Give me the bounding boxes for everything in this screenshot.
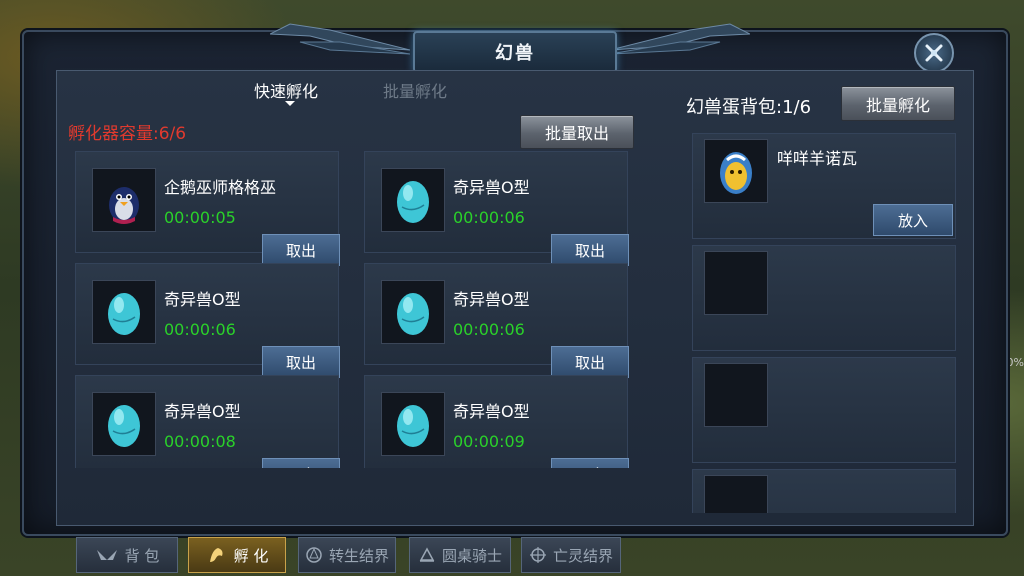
- slot-icon-frame: [381, 168, 445, 232]
- bottom-tab-label: 亡灵结界: [552, 546, 613, 565]
- round-table-icon: [419, 547, 435, 562]
- cyan-egg-icon: [397, 181, 429, 223]
- take-out-button[interactable]: 取出: [551, 458, 629, 468]
- cyan-egg-icon: [397, 405, 429, 447]
- undead-sigil-icon: [529, 547, 546, 563]
- take-out-button[interactable]: 取出: [262, 346, 340, 378]
- bottom-tab-label: 圆桌骑士: [441, 546, 502, 565]
- slot-name: 奇异兽O型: [453, 290, 530, 309]
- bottom-tab-bag[interactable]: 背 包: [76, 537, 178, 573]
- put-in-button[interactable]: 放入: [873, 204, 953, 236]
- slot-name: 奇异兽O型: [453, 178, 530, 197]
- slot-icon-frame: [92, 392, 156, 456]
- incubator-slot-list: 企鹅巫师格格巫 00:00:05 取出 奇异兽O型 00:00:06 取出 奇异…: [70, 147, 640, 468]
- slot-timer: 00:00:09: [453, 432, 525, 451]
- active-tab-indicator-icon: [285, 101, 295, 106]
- slot-name: 奇异兽O型: [164, 290, 241, 309]
- tab-batch-hatch[interactable]: 批量孵化: [383, 78, 447, 102]
- slot-timer: 00:00:06: [453, 320, 525, 339]
- window-title: 幻兽: [495, 43, 535, 64]
- incubator-capacity-label: 孵化器容量:6/6: [68, 124, 187, 144]
- slot-name: 奇异兽O型: [164, 402, 241, 421]
- slot-name: 企鹅巫师格格巫: [164, 178, 277, 197]
- bottom-tab-undead[interactable]: 亡灵结界: [521, 537, 621, 573]
- take-out-button[interactable]: 取出: [551, 234, 629, 266]
- bag-icon-frame: [704, 139, 768, 203]
- egg-bag-slot-empty: [692, 245, 956, 351]
- cyan-egg-icon: [108, 293, 140, 335]
- incubator-slot: 奇异兽O型 00:00:09 取出: [364, 375, 629, 468]
- batch-hatch-button[interactable]: 批量孵化: [841, 86, 955, 121]
- close-button[interactable]: [914, 33, 954, 73]
- egg-bag-slot: 咩咩羊诺瓦 放入: [692, 133, 956, 239]
- incubator-slot: 奇异兽O型 00:00:06 取出: [364, 151, 629, 266]
- bottom-tab-label: 转生结界: [328, 546, 389, 565]
- slot-timer: 00:00:05: [164, 208, 236, 227]
- batch-take-out-button[interactable]: 批量取出: [520, 115, 634, 149]
- right-wing-ornament-icon: [610, 23, 750, 55]
- left-wing-ornament-icon: [270, 23, 410, 55]
- incubator-slot: 奇异兽O型 00:00:06 取出: [364, 263, 629, 378]
- wings-icon: [96, 550, 117, 560]
- slot-timer: 00:00:06: [453, 208, 525, 227]
- bottom-tab-label: 孵 化: [233, 546, 269, 565]
- bottom-tab-round-table[interactable]: 圆桌骑士: [409, 537, 511, 573]
- slot-icon-frame: [381, 280, 445, 344]
- bag-item-name: 咩咩羊诺瓦: [777, 149, 858, 168]
- egg-bag-title: 幻兽蛋背包:1/6: [686, 97, 812, 118]
- slot-timer: 00:00:06: [164, 320, 236, 339]
- slot-icon-frame: [381, 392, 445, 456]
- slot-timer: 00:00:08: [164, 432, 236, 451]
- egg-bag-slot-empty: [692, 469, 956, 513]
- slot-icon-frame: [92, 280, 156, 344]
- cyan-egg-icon: [108, 405, 140, 447]
- incubator-slot: 企鹅巫师格格巫 00:00:05 取出: [75, 151, 340, 266]
- sheep-egg-icon: [720, 152, 752, 194]
- bottom-tab-label: 背 包: [124, 546, 160, 565]
- take-out-button[interactable]: 取出: [262, 234, 340, 266]
- bag-icon-frame-empty: [704, 251, 768, 315]
- take-out-button[interactable]: 取出: [551, 346, 629, 378]
- slot-name: 奇异兽O型: [453, 402, 530, 421]
- hatch-creature-icon: [209, 548, 223, 562]
- take-out-button[interactable]: 取出: [262, 458, 340, 468]
- bottom-tab-rebirth[interactable]: 转生结界: [298, 537, 396, 573]
- incubator-slot: 奇异兽O型 00:00:06 取出: [75, 263, 340, 378]
- penguin-wizard-icon: [109, 187, 139, 224]
- bag-icon-frame-empty: [704, 475, 768, 513]
- window-title-plate: 幻兽: [413, 31, 617, 73]
- incubator-slot: 奇异兽O型 00:00:08 取出: [75, 375, 340, 468]
- bag-icon-frame-empty: [704, 363, 768, 427]
- bottom-tab-hatch[interactable]: 孵 化: [188, 537, 286, 573]
- slot-icon-frame: [92, 168, 156, 232]
- egg-bag-list: 咩咩羊诺瓦 放入: [692, 133, 957, 513]
- close-icon: [925, 44, 943, 62]
- egg-bag-slot-empty: [692, 357, 956, 463]
- rebirth-circle-icon: [306, 547, 322, 563]
- tab-quick-hatch[interactable]: 快速孵化: [254, 78, 318, 102]
- cyan-egg-icon: [397, 293, 429, 335]
